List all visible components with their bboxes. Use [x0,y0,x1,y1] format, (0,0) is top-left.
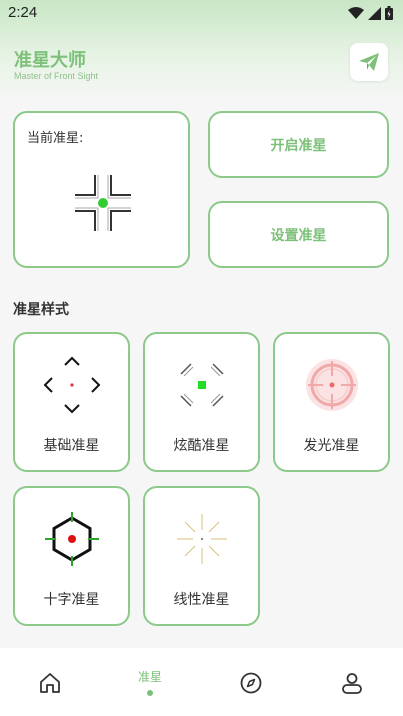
style-label: 十字准星 [43,592,100,608]
send-icon [359,53,379,71]
open-crosshair-button[interactable]: 开启准星 [208,111,389,178]
bottom-nav: 准星 [0,648,403,716]
style-label: 线性准星 [173,592,230,608]
battery-icon [385,6,393,20]
nav-profile[interactable] [302,648,402,716]
user-icon [342,673,362,694]
style-card-glow[interactable]: 发光准星 [273,332,390,472]
linear-crosshair-icon [177,514,227,564]
current-crosshair-card: 当前准星: [13,111,190,268]
nav-home[interactable] [0,648,100,716]
app-subtitle: Master of Front Sight [14,71,99,81]
style-card-linear[interactable]: 线性准星 [143,486,260,626]
style-card-cross[interactable]: 十字准星 [13,486,130,626]
status-icons [348,6,393,20]
compass-icon [240,672,262,694]
wifi-icon [348,6,364,19]
nav-crosshair[interactable]: 准星 [100,648,200,716]
style-card-cool[interactable]: 炫酷准星 [143,332,260,472]
current-crosshair-preview [71,171,135,239]
cross-crosshair-icon [45,512,99,566]
style-card-basic[interactable]: 基础准星 [13,332,130,472]
set-crosshair-button[interactable]: 设置准星 [208,201,389,268]
basic-crosshair-icon [43,356,101,414]
glow-crosshair-icon [306,359,358,411]
current-crosshair-label: 当前准星: [27,131,84,146]
style-label: 炫酷准星 [173,438,230,454]
signal-icon [368,6,381,20]
current-crosshair-icon [75,175,131,231]
app-title: 准星大师 [14,50,86,71]
nav-crosshair-label: 准星 [137,670,162,684]
style-label: 发光准星 [303,438,360,454]
status-time: 2:24 [8,4,38,21]
home-icon [40,673,60,693]
status-bar: 2:24 [0,0,403,28]
cool-crosshair-icon [180,363,224,407]
style-label: 基础准星 [43,438,100,454]
section-title-styles: 准星样式 [13,302,69,318]
nav-active-indicator [147,690,153,696]
send-button[interactable] [350,43,388,81]
nav-discover[interactable] [201,648,301,716]
